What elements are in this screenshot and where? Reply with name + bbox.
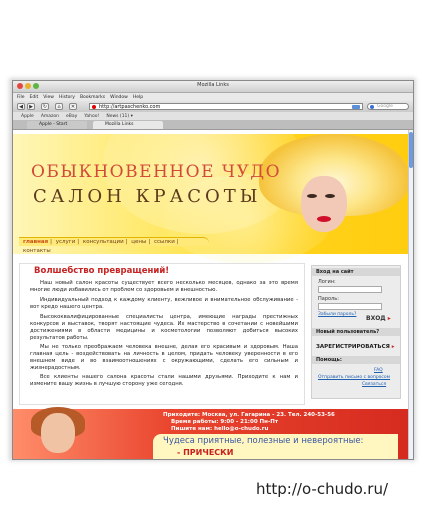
nav-contacts[interactable]: контакты <box>23 248 51 254</box>
browser-window: Mozilla Links File Edit View History Boo… <box>12 80 414 460</box>
register-label: ЗАРЕГИСТРИРОВАТЬСЯ <box>316 344 390 350</box>
contact-link[interactable]: Связаться <box>362 382 386 387</box>
arrow-right-icon: ▸ <box>391 344 395 350</box>
navigation-toolbar: ◀ ▶ ↻ ⌂ ✕ http://artpaschenko.com Google <box>13 101 413 112</box>
menu-help[interactable]: Help <box>133 95 143 100</box>
login-sidebar: Вход на сайт Логин: Пароль: Забыли парол… <box>311 265 401 399</box>
email-line[interactable]: Пишите нам: hello@o-chudo.ru <box>163 426 335 433</box>
rss-icon[interactable] <box>352 105 360 109</box>
intro-paragraph: Все клиенты нашего салона красоты стали … <box>30 374 298 387</box>
intro-paragraph: Мы не только преображаем человека внешне… <box>30 344 298 371</box>
login-label: Логин: <box>318 279 336 285</box>
password-label: Пароль: <box>318 296 339 302</box>
site-footer: Приходите: Москва, ул. Гагарина - 23. Те… <box>13 407 408 459</box>
new-user-header: Новый пользователь? <box>312 328 400 336</box>
forward-arrow-icon[interactable]: ▶ <box>27 103 35 110</box>
vertical-scrollbar[interactable] <box>408 130 413 459</box>
scrollbar-thumb[interactable] <box>409 132 413 168</box>
nav-links[interactable]: ссылки <box>154 239 175 245</box>
intro-paragraph: Высококвалифицированные специалисты цент… <box>30 314 298 341</box>
login-input[interactable] <box>318 286 382 293</box>
search-placeholder: Google <box>377 104 393 109</box>
back-arrow-icon[interactable]: ◀ <box>17 103 25 110</box>
password-input[interactable] <box>318 303 382 310</box>
tab-label: Mozilla Links <box>105 122 134 127</box>
login-button-label: ВХОД <box>366 315 386 322</box>
intro-paragraph: Индивидуальный подход к каждому клиенту,… <box>30 297 298 310</box>
forgot-password-link[interactable]: Забыли пароль? <box>318 312 356 317</box>
menu-file[interactable]: File <box>17 95 25 100</box>
site-url-caption: http://o-chudo.ru/ <box>256 480 389 498</box>
site-subtitle: САЛОН КРАСОТЫ <box>33 186 262 207</box>
site-title: ОБЫКНОВЕННОЕ ЧУДО <box>31 162 282 182</box>
tab-bar: Apple - Start Mozilla Links <box>13 120 413 130</box>
site-icon <box>92 105 96 109</box>
home-icon[interactable]: ⌂ <box>55 103 63 110</box>
banner-model-lips <box>317 216 331 222</box>
welcome-heading: Волшебство превращений! <box>34 266 170 276</box>
banner-model-eye <box>307 194 317 198</box>
url-bar[interactable]: http://artpaschenko.com <box>89 103 363 110</box>
nav-services[interactable]: услуги <box>56 239 76 245</box>
menu-edit[interactable]: Edit <box>30 95 39 100</box>
footer-model-face <box>41 413 75 453</box>
site-nav: главная | услуги | консультации | цены | ссы… <box>19 237 209 254</box>
page-content: ОБЫКНОВЕННОЕ ЧУДО САЛОН КРАСОТЫ главная |… <box>13 130 408 459</box>
hours-line: Время работы: 9:00 - 21:00 Пн-Пт <box>171 419 279 425</box>
register-link[interactable]: ЗАРЕГИСТРИРОВАТЬСЯ ▸ <box>316 344 395 350</box>
url-text: http://artpaschenko.com <box>99 104 161 110</box>
banner-model-face <box>301 176 347 232</box>
bookmark-amazon[interactable]: Amazon <box>41 114 59 119</box>
menu-bookmarks[interactable]: Bookmarks <box>80 95 105 100</box>
window-title: Mozilla Links <box>197 82 229 88</box>
login-button[interactable]: ВХОД ▸ <box>366 315 391 322</box>
bookmark-news[interactable]: News (11) ▾ <box>106 114 133 119</box>
bookmarks-bar: Apple Amazon eBay Yahoo! News (11) ▾ <box>13 112 413 120</box>
login-header: Вход на сайт <box>312 268 400 276</box>
search-box[interactable]: Google <box>367 103 409 110</box>
menu-bar: File Edit View History Bookmarks Window … <box>13 93 413 101</box>
banner-model-eye <box>325 194 335 198</box>
google-icon <box>370 105 374 109</box>
stop-icon[interactable]: ✕ <box>69 103 77 110</box>
menu-view[interactable]: View <box>43 95 54 100</box>
tab-label: Apple - Start <box>39 122 68 127</box>
send-question-link[interactable]: Отправить письмо с вопросом <box>318 375 390 380</box>
footer-slogan: Чудеса приятные, полезные и невероятные: <box>163 436 364 446</box>
bookmark-ebay[interactable]: eBay <box>66 114 77 119</box>
menu-history[interactable]: History <box>59 95 75 100</box>
help-header: Помощь: <box>312 356 400 364</box>
main-content: Волшебство превращений! Наш новый салон … <box>19 263 305 405</box>
nav-consultations[interactable]: консультации <box>83 239 124 245</box>
tab-mozilla-links[interactable]: Mozilla Links <box>93 121 163 129</box>
footer-service-item[interactable]: - ПРИЧЕСКИ <box>177 448 233 457</box>
intro-paragraph: Наш новый салон красоты существует всего… <box>30 280 298 293</box>
nav-prices[interactable]: цены <box>131 239 146 245</box>
site-banner: ОБЫКНОВЕННОЕ ЧУДО САЛОН КРАСОТЫ главная |… <box>13 130 408 264</box>
nav-home[interactable]: главная <box>23 239 48 245</box>
reload-icon[interactable]: ↻ <box>41 103 49 110</box>
faq-link[interactable]: FAQ <box>374 368 383 373</box>
title-bar: Mozilla Links <box>13 81 413 93</box>
tab-apple-start[interactable]: Apple - Start <box>27 121 87 129</box>
address-line: Приходите: Москва, ул. Гагарина - 23. Те… <box>163 412 335 418</box>
bookmark-yahoo[interactable]: Yahoo! <box>84 114 99 119</box>
bookmark-apple[interactable]: Apple <box>21 114 34 119</box>
footer-address: Приходите: Москва, ул. Гагарина - 23. Те… <box>163 412 335 433</box>
menu-window[interactable]: Window <box>110 95 128 100</box>
arrow-right-icon: ▸ <box>387 315 391 322</box>
